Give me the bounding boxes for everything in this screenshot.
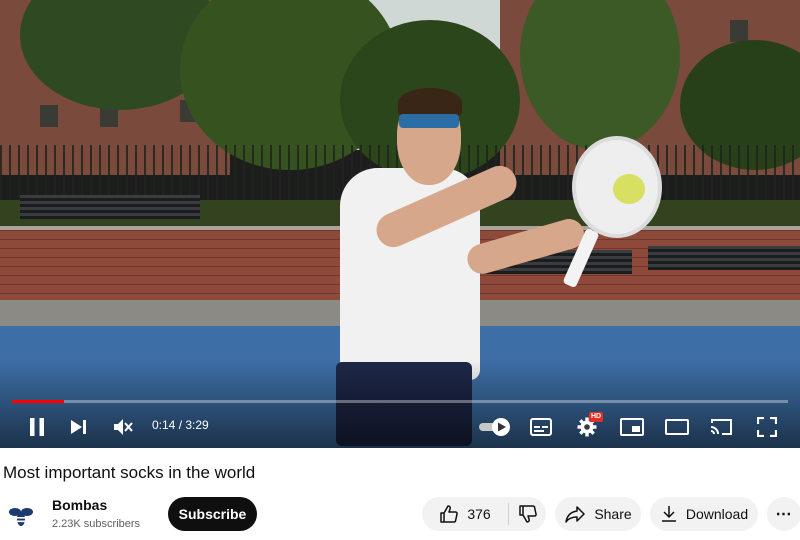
mute-button[interactable] [112, 410, 134, 444]
miniplayer-button[interactable] [619, 410, 645, 444]
subtitles-button[interactable] [529, 410, 553, 444]
more-actions-button[interactable]: ⋯ [767, 497, 800, 531]
thumbs-up-icon [440, 505, 459, 523]
next-button[interactable] [68, 410, 90, 444]
cast-button[interactable] [708, 410, 734, 444]
channel-name[interactable]: Bombas [52, 497, 107, 513]
subscribe-button[interactable]: Subscribe [168, 497, 257, 531]
share-button[interactable]: Share [555, 497, 641, 531]
autoplay-toggle[interactable] [477, 410, 513, 444]
fullscreen-button[interactable] [755, 410, 779, 444]
cast-icon [710, 419, 732, 435]
like-button[interactable]: 376 [422, 504, 508, 524]
thumbs-down-icon [518, 505, 537, 523]
pause-button[interactable] [26, 410, 48, 444]
subscriber-count: 2.23K subscribers [52, 518, 141, 530]
autoplay-toggle-icon [479, 418, 510, 436]
like-dislike-group: 376 [422, 497, 546, 531]
video-player[interactable]: 0:14 / 3:29 HD [0, 0, 800, 448]
pause-icon [30, 418, 44, 436]
download-icon [661, 506, 676, 522]
next-icon [71, 420, 86, 434]
mute-icon [114, 419, 133, 435]
subtitles-icon [530, 418, 552, 436]
more-icon: ⋯ [775, 506, 793, 523]
download-label: Download [685, 506, 749, 522]
channel-avatar[interactable] [6, 502, 36, 532]
bee-icon [9, 508, 33, 526]
progress-bar[interactable] [12, 400, 788, 403]
share-label: Share [594, 506, 632, 522]
download-button[interactable]: Download [650, 497, 758, 531]
theater-mode-icon [665, 419, 689, 435]
time-display: 0:14 / 3:29 [152, 418, 209, 432]
like-count: 376 [467, 506, 491, 522]
fullscreen-icon [757, 417, 777, 437]
video-title: Most important socks in the world [3, 463, 256, 482]
share-icon [565, 506, 586, 523]
theater-mode-button[interactable] [664, 410, 690, 444]
player-controls: 0:14 / 3:29 [0, 410, 800, 444]
progress-played [12, 400, 64, 403]
dislike-button[interactable] [509, 504, 546, 524]
miniplayer-icon [620, 418, 644, 436]
hd-badge: HD [589, 412, 604, 422]
